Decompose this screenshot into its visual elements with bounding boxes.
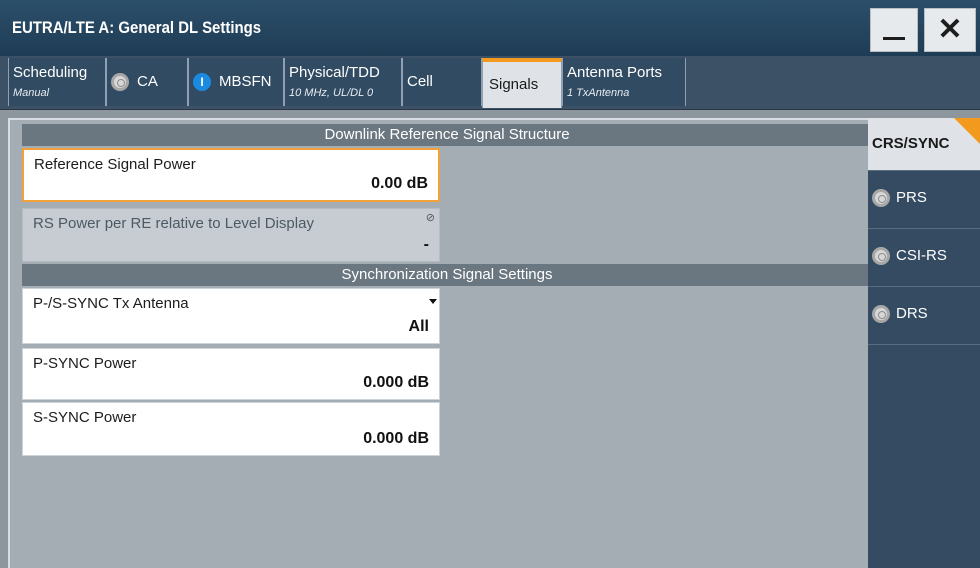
section-header-dl-reference: Downlink Reference Signal Structure xyxy=(22,124,872,146)
minimize-icon xyxy=(883,36,905,40)
tab-sublabel: 10 MHz, UL/DL 0 xyxy=(289,87,374,99)
side-tab-label: CSI-RS xyxy=(896,247,947,264)
side-tab-panel: CRS/SYNC PRS CSI-RS DRS xyxy=(868,118,980,568)
disabled-icon: ⊘ xyxy=(425,212,435,224)
field-label: P-SYNC Power xyxy=(33,355,137,372)
side-tab-empty xyxy=(868,344,980,568)
tab-label: Signals xyxy=(489,76,539,93)
tab-label: Physical/TDD xyxy=(289,64,380,81)
side-tab-crs-sync[interactable]: CRS/SYNC xyxy=(868,118,980,170)
title-bar: EUTRA/LTE A: General DL Settings ✕ xyxy=(0,0,980,56)
ssync-power-field[interactable]: S-SYNC Power 0.000 dB xyxy=(22,402,440,456)
tab-label: CA xyxy=(137,73,158,90)
window-title: EUTRA/LTE A: General DL Settings xyxy=(12,18,262,37)
minimize-button[interactable] xyxy=(870,8,918,52)
side-tab-label: CRS/SYNC xyxy=(872,135,950,152)
status-off-icon xyxy=(872,189,890,207)
close-button[interactable]: ✕ xyxy=(924,8,976,52)
field-label: S-SYNC Power xyxy=(33,409,137,426)
tab-ca[interactable]: CA xyxy=(106,58,188,106)
field-value: 0.000 dB xyxy=(363,430,429,447)
status-off-icon xyxy=(872,247,890,265)
section-header-sync: Synchronization Signal Settings xyxy=(22,264,872,286)
field-label: Reference Signal Power xyxy=(34,156,196,173)
rs-power-per-re-field: RS Power per RE relative to Level Displa… xyxy=(22,208,440,262)
field-value: 0.00 dB xyxy=(371,175,428,192)
reference-signal-power-field[interactable]: Reference Signal Power 0.00 dB xyxy=(22,148,440,202)
tab-sublabel: Manual xyxy=(13,87,50,99)
tab-label: MBSFN xyxy=(219,73,272,90)
psync-tx-antenna-dropdown[interactable]: P-/S-SYNC Tx Antenna All xyxy=(22,288,440,344)
info-icon: I xyxy=(193,73,211,91)
field-value: All xyxy=(408,318,429,335)
tab-label: Cell xyxy=(407,73,433,90)
tab-scheduling[interactable]: Scheduling Manual xyxy=(8,58,106,106)
dropdown-arrow-icon xyxy=(429,299,437,304)
side-tab-csi-rs[interactable]: CSI-RS xyxy=(868,228,980,286)
signals-panel: Downlink Reference Signal Structure Refe… xyxy=(8,118,872,568)
tab-bar: Scheduling Manual CA I MBSFN Physical/TD… xyxy=(0,56,980,110)
field-label: RS Power per RE relative to Level Displa… xyxy=(33,215,314,232)
tab-label: Antenna Ports xyxy=(567,64,663,81)
status-off-icon xyxy=(872,305,890,323)
close-icon: ✕ xyxy=(937,13,963,46)
tab-label: Scheduling xyxy=(13,64,88,81)
status-off-icon xyxy=(111,73,129,91)
tab-sublabel: 1 TxAntenna xyxy=(567,87,630,99)
field-value: 0.000 dB xyxy=(363,374,429,391)
tab-physical-tdd[interactable]: Physical/TDD 10 MHz, UL/DL 0 xyxy=(284,58,402,106)
side-tab-label: DRS xyxy=(896,305,928,322)
tab-antenna-ports[interactable]: Antenna Ports 1 TxAntenna xyxy=(562,58,686,106)
tab-mbsfn[interactable]: I MBSFN xyxy=(188,58,284,106)
active-corner-icon xyxy=(954,118,980,144)
tab-cell[interactable]: Cell xyxy=(402,58,482,106)
side-tab-prs[interactable]: PRS xyxy=(868,170,980,228)
tab-signals[interactable]: Signals xyxy=(482,58,562,108)
psync-power-field[interactable]: P-SYNC Power 0.000 dB xyxy=(22,348,440,400)
field-value: - xyxy=(423,236,429,253)
field-label: P-/S-SYNC Tx Antenna xyxy=(33,295,189,312)
side-tab-label: PRS xyxy=(896,189,927,206)
side-tab-drs[interactable]: DRS xyxy=(868,286,980,344)
